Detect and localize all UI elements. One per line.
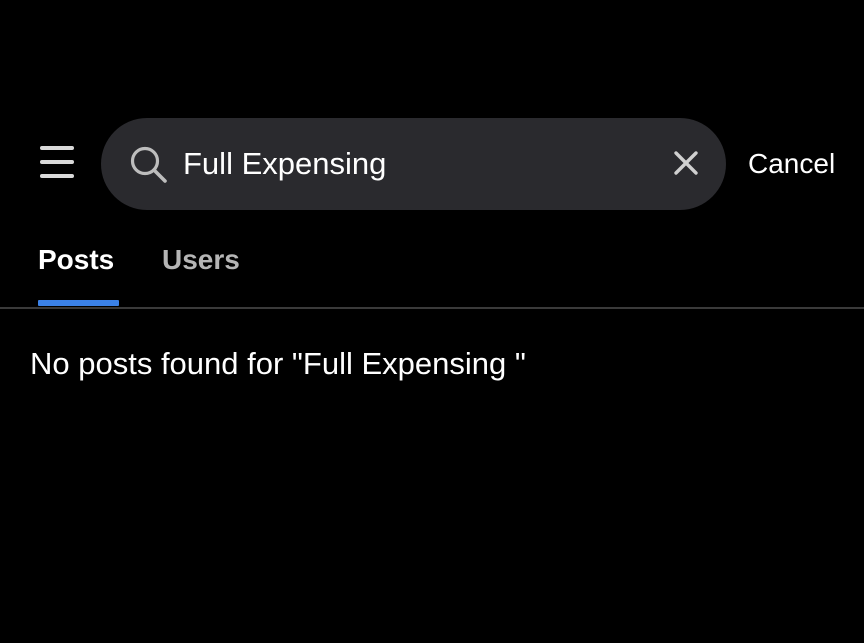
search-icon	[130, 146, 167, 183]
cancel-button[interactable]: Cancel	[748, 146, 835, 182]
tabs-divider	[0, 307, 864, 309]
selected-tab-indicator	[38, 300, 119, 306]
menu-bar	[40, 174, 74, 178]
tab-posts[interactable]: Posts	[38, 242, 114, 278]
menu-bar	[40, 160, 74, 164]
search-field[interactable]	[101, 118, 726, 210]
search-screen: Cancel Posts Users No posts found for "F…	[0, 0, 864, 643]
hamburger-menu-icon[interactable]	[40, 146, 76, 178]
empty-results-message: No posts found for "Full Expensing "	[30, 346, 526, 381]
tab-users[interactable]: Users	[162, 242, 240, 278]
result-tabs: Posts Users	[0, 236, 864, 310]
menu-bar	[40, 146, 74, 150]
search-input[interactable]	[183, 140, 643, 188]
close-icon[interactable]	[671, 148, 701, 178]
